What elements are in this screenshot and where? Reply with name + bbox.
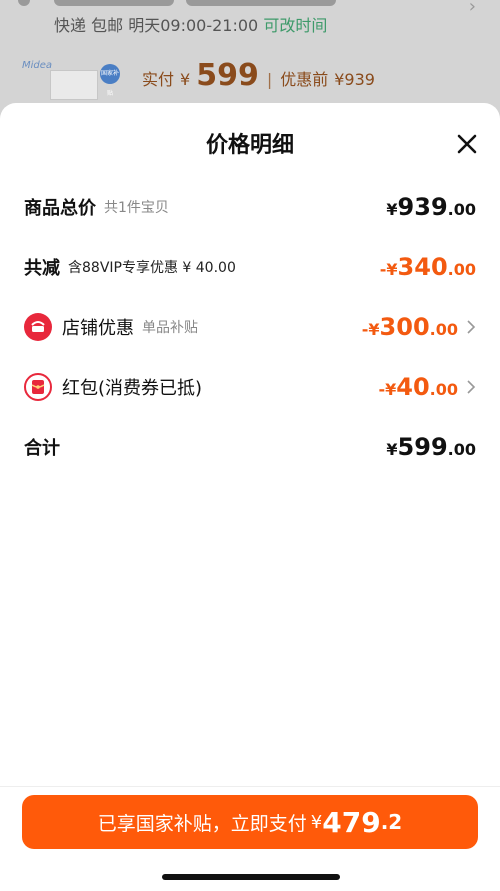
product-image <box>50 70 98 100</box>
price-detail-sheet: 价格明细 商品总价 共1件宝贝 ¥939.00 共减 含88VIP专享优惠 ¥ … <box>0 103 500 891</box>
shop-discount-amount: -¥ 300.00 <box>361 313 458 341</box>
close-button[interactable] <box>454 131 480 157</box>
divider <box>0 786 500 787</box>
close-icon <box>457 134 477 154</box>
chevron-right-icon <box>467 320 476 334</box>
chevron-right-icon <box>467 380 476 394</box>
red-envelope-amount: -¥ 40.00 <box>378 373 458 401</box>
total-amount: ¥599.00 <box>386 433 476 461</box>
row-total: 合计 ¥599.00 <box>24 433 476 461</box>
background-price: 实付 ¥ 599 | 优惠前 ¥939 <box>142 58 375 93</box>
row-goods-total: 商品总价 共1件宝贝 ¥939.00 <box>24 193 476 221</box>
red-envelope-icon <box>24 373 52 401</box>
row-shop-discount[interactable]: 店铺优惠 单品补贴 -¥ 300.00 <box>24 312 476 342</box>
row-red-envelope[interactable]: 红包(消费券已抵) -¥ 40.00 <box>24 372 476 402</box>
row-total-discount: 共减 含88VIP专享优惠 ¥ 40.00 -¥ 340.00 <box>24 253 476 281</box>
total-discount-amount: -¥ 340.00 <box>379 253 476 281</box>
subsidy-badge: 国家补贴 <box>100 64 120 97</box>
address-row <box>18 0 348 8</box>
pay-button[interactable]: 已享国家补贴，立即支付 ¥ 479 .2 <box>22 795 478 849</box>
home-indicator[interactable] <box>162 874 340 880</box>
shipping-info: 快递 包邮 明天09:00-21:00 可改时间 <box>54 16 328 35</box>
sheet-title: 价格明细 <box>205 133 294 158</box>
goods-total-amount: ¥939.00 <box>386 193 476 221</box>
product-thumbnail: Midea 国家补贴 <box>20 56 124 104</box>
change-time-link: 可改时间 <box>263 16 328 35</box>
brand-logo: Midea <box>22 60 53 71</box>
shop-icon <box>24 313 52 341</box>
chevron-right-icon: › <box>468 0 476 17</box>
